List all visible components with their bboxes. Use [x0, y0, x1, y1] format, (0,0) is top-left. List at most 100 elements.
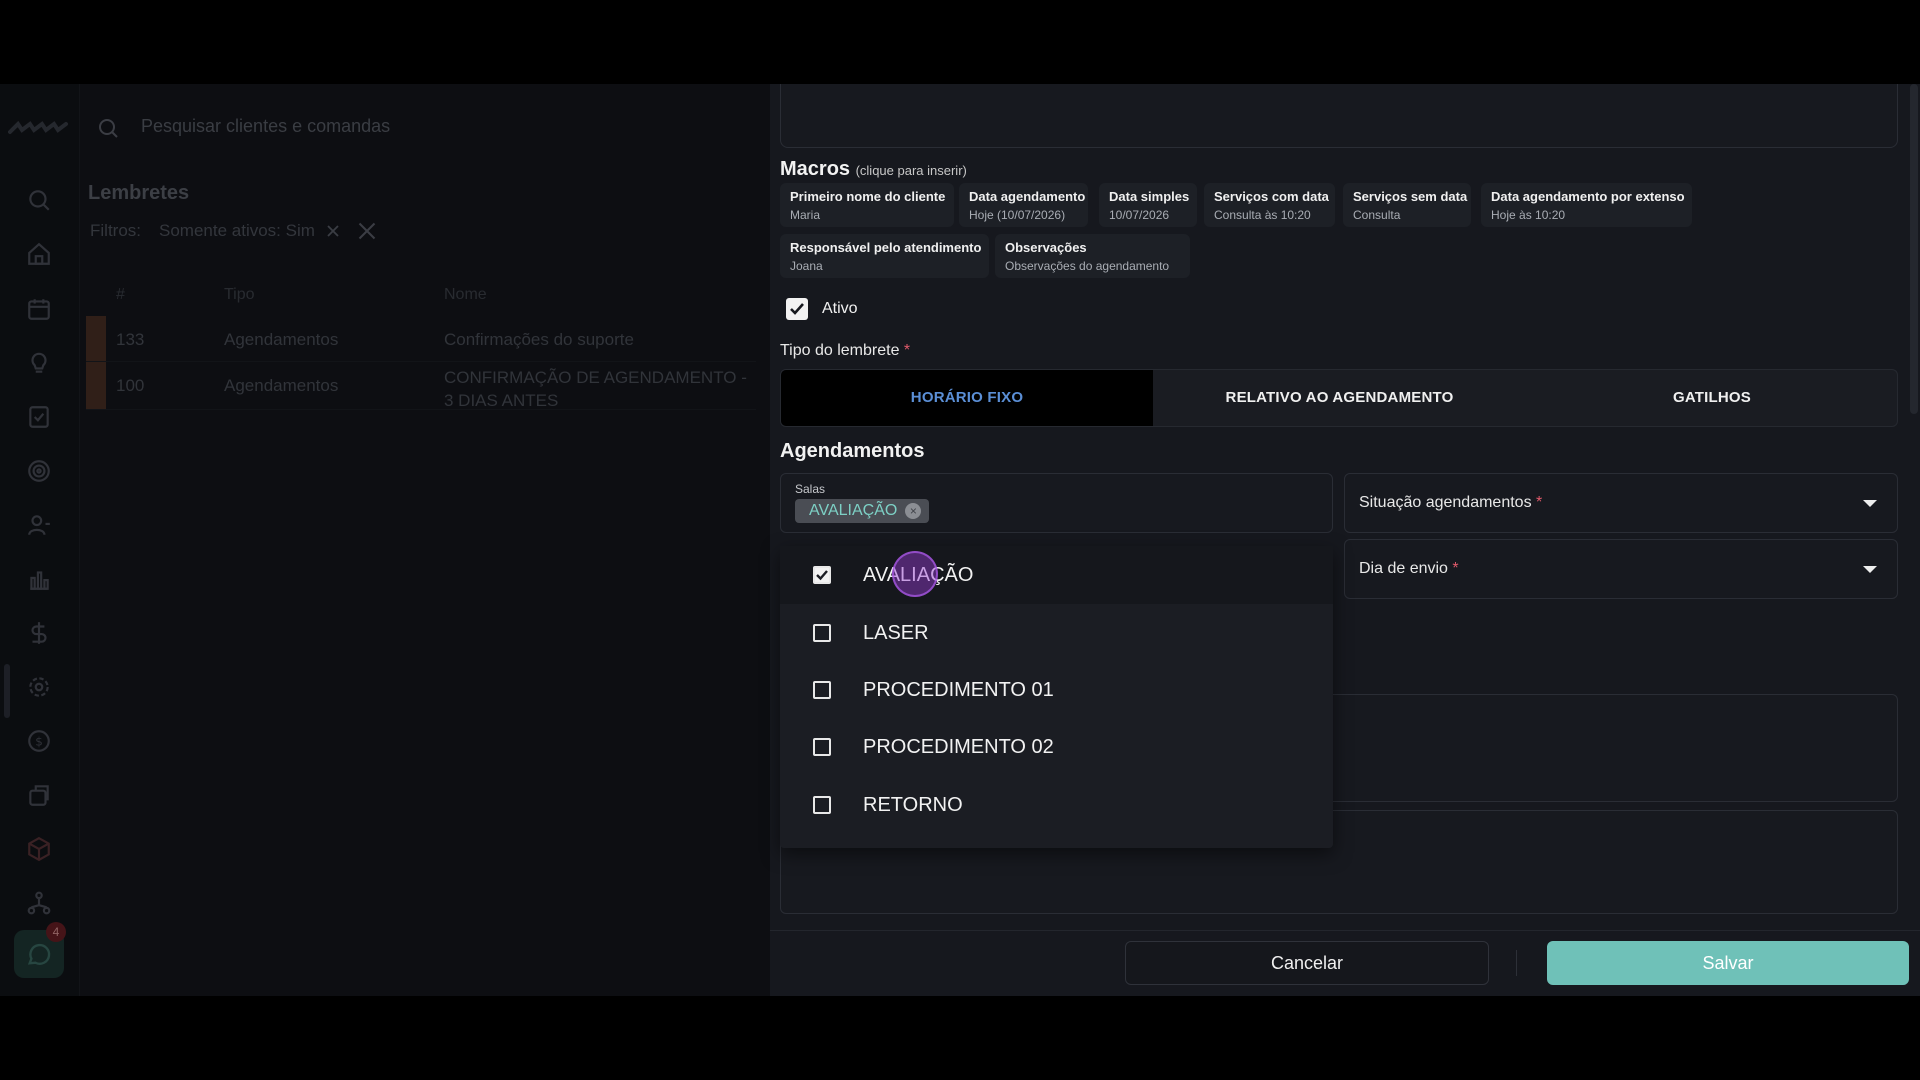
situacao-select[interactable]: Situação agendamentos *: [1344, 473, 1898, 533]
dollar-icon[interactable]: [26, 620, 52, 646]
target-icon[interactable]: [26, 458, 52, 484]
filters-bar: Filtros: Somente ativos: Sim: [90, 221, 377, 241]
checkbox-checked[interactable]: [813, 566, 831, 584]
chevron-down-icon: [1863, 566, 1877, 573]
sidebar: $ 4: [0, 84, 80, 996]
macro-key: Primeiro nome do cliente: [790, 189, 946, 204]
checkbox-unchecked[interactable]: [813, 681, 831, 699]
coin-icon[interactable]: $: [26, 728, 52, 754]
dia-envio-select[interactable]: Dia de envio *: [1344, 539, 1898, 599]
panel-scrollbar[interactable]: [1910, 84, 1918, 414]
dropdown-option[interactable]: PROCEDIMENTO 02: [780, 718, 1333, 776]
gear-icon[interactable]: [26, 674, 52, 700]
chat-badge: 4: [46, 922, 66, 942]
cancel-button[interactable]: Cancelar: [1125, 941, 1489, 985]
checkbox-checked[interactable]: [786, 298, 808, 320]
situacao-label-text: Situação agendamentos: [1359, 494, 1532, 511]
lightbulb-icon[interactable]: [26, 350, 52, 376]
macro-chip[interactable]: Serviços sem data Consulta: [1343, 183, 1471, 227]
box-icon[interactable]: [26, 782, 52, 808]
chevron-down-icon: [1863, 500, 1877, 507]
dropdown-option[interactable]: AVALIAÇÃO: [780, 546, 1333, 604]
salas-select[interactable]: Salas AVALIAÇÃO ×: [780, 473, 1333, 533]
row-tipo: Agendamentos: [224, 330, 339, 349]
row-nome: CONFIRMAÇÃO DE AGENDAMENTO - 3 DIAS ANTE…: [444, 368, 747, 410]
macro-chip[interactable]: Data simples 10/07/2026: [1099, 183, 1197, 227]
calendar-icon[interactable]: [26, 296, 52, 322]
table-row[interactable]: 100 Agendamentos CONFIRMAÇÃO DE AGENDAME…: [86, 362, 756, 410]
tab-horario-fixo[interactable]: HORÁRIO FIXO: [781, 370, 1153, 426]
check-icon: [816, 570, 828, 581]
tipo-label-text: Tipo do lembrete: [780, 342, 900, 359]
macro-key: Serviços sem data: [1353, 189, 1468, 204]
row-id: 100: [116, 376, 145, 395]
row-status-bar: [86, 362, 106, 409]
tab-relativo-agendamento[interactable]: RELATIVO AO AGENDAMENTO: [1153, 370, 1526, 426]
option-label: PROCEDIMENTO 01: [863, 679, 1054, 701]
app-background: $ 4 Pesquisar clientes e comandas Lembre…: [0, 84, 770, 996]
agendamentos-title: Agendamentos: [780, 440, 925, 462]
checklist-icon[interactable]: [26, 404, 52, 430]
macro-chip[interactable]: Responsável pelo atendimento Joana: [780, 234, 989, 278]
checkbox-unchecked[interactable]: [813, 624, 831, 642]
required-mark: *: [903, 342, 911, 359]
column-header-nome: Nome: [444, 286, 487, 303]
macro-chip[interactable]: Data agendamento Hoje (10/07/2026): [959, 183, 1088, 227]
macro-key: Data simples: [1109, 189, 1190, 204]
macro-chip[interactable]: Data agendamento por extenso Hoje às 10:…: [1481, 183, 1692, 227]
column-header-id: #: [116, 286, 125, 303]
close-icon[interactable]: [325, 223, 341, 239]
chart-icon[interactable]: [26, 566, 52, 592]
chat-icon: [27, 943, 51, 965]
ativo-checkbox[interactable]: Ativo: [786, 298, 858, 320]
message-textarea[interactable]: [780, 84, 1898, 148]
macros-title: Macros (clique para inserir): [780, 158, 967, 181]
table-row[interactable]: 133 Agendamentos Confirmações do suporte: [86, 316, 756, 362]
dropdown-option[interactable]: LASER: [780, 604, 1333, 662]
macro-chip[interactable]: Serviços com data Consulta às 10:20: [1204, 183, 1335, 227]
network-icon[interactable]: [26, 890, 52, 916]
remove-tag-icon[interactable]: ×: [905, 503, 922, 519]
filter-chip-label: Somente ativos: Sim: [159, 221, 315, 240]
user-icon[interactable]: [26, 512, 52, 538]
filter-chip[interactable]: Somente ativos: Sim: [159, 221, 341, 241]
mouse-cursor-highlight: [892, 551, 938, 597]
option-label: RETORNO: [863, 794, 963, 816]
home-icon[interactable]: [26, 241, 52, 267]
dropdown-option[interactable]: PROCEDIMENTO 01: [780, 661, 1333, 719]
selected-tag[interactable]: AVALIAÇÃO ×: [795, 499, 930, 523]
column-header-tipo: Tipo: [224, 286, 255, 303]
option-label: LASER: [863, 622, 929, 644]
global-search-input[interactable]: Pesquisar clientes e comandas: [141, 116, 390, 137]
macro-example: Hoje (10/07/2026): [969, 208, 1066, 222]
macro-chip[interactable]: Primeiro nome do cliente Maria: [780, 183, 954, 227]
salas-dropdown-menu: AVALIAÇÃO LASER PROCEDIMENTO 01 PROCEDIM…: [780, 546, 1333, 848]
macro-example: Joana: [790, 259, 823, 273]
footer-divider: [1516, 950, 1517, 976]
required-mark: *: [1452, 560, 1459, 577]
dia-envio-label-text: Dia de envio: [1359, 560, 1448, 577]
macro-example: Consulta às 10:20: [1214, 208, 1311, 222]
checkbox-unchecked[interactable]: [813, 738, 831, 756]
macro-example: Consulta: [1353, 208, 1401, 222]
check-icon: [790, 303, 804, 315]
save-button[interactable]: Salvar: [1547, 941, 1909, 985]
dropdown-option[interactable]: RETORNO: [780, 776, 1333, 834]
macro-key: Data agendamento: [969, 189, 1086, 204]
macros-hint: (clique para inserir): [855, 163, 967, 178]
option-label: PROCEDIMENTO 02: [863, 736, 1054, 758]
row-id: 133: [116, 330, 145, 349]
clear-filters-icon[interactable]: [357, 221, 377, 241]
checkbox-unchecked[interactable]: [813, 796, 831, 814]
search-icon[interactable]: [26, 187, 52, 213]
macro-example: 10/07/2026: [1109, 208, 1170, 222]
required-mark: *: [1536, 494, 1543, 511]
row-status-bar: [86, 316, 106, 361]
macro-chip[interactable]: Observações Observações do agendamento: [995, 234, 1190, 278]
row-tipo: Agendamentos: [224, 376, 339, 395]
cube-icon[interactable]: [26, 836, 52, 862]
screen: $ 4 Pesquisar clientes e comandas Lembre…: [0, 84, 1920, 996]
macro-example: Maria: [790, 208, 821, 222]
svg-text:$: $: [35, 734, 43, 748]
tab-gatilhos[interactable]: GATILHOS: [1526, 370, 1897, 426]
